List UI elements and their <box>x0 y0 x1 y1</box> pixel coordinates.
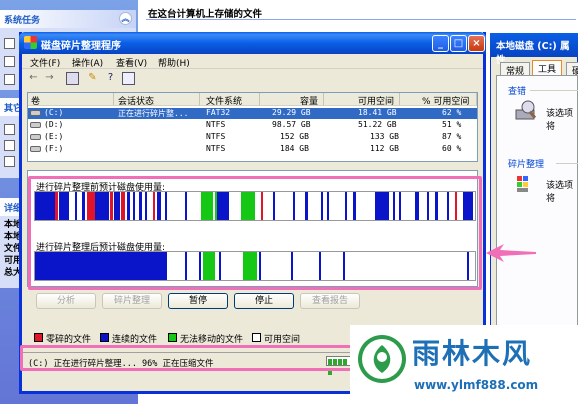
volume-percent: 51 % <box>442 120 462 129</box>
volume-fs: FAT32 <box>206 108 231 117</box>
legend-unmovable: 无法移动的文件 <box>180 335 244 345</box>
place-icon[interactable] <box>4 156 15 167</box>
group-divider <box>556 163 578 164</box>
legend-swatch-unmovable <box>168 333 177 342</box>
heading-divider <box>146 19 576 20</box>
task-icon[interactable] <box>4 56 15 67</box>
volume-status: 正在进行碎片整... <box>118 109 189 118</box>
console-tree-icon[interactable] <box>66 72 79 85</box>
legend-swatch-contiguous <box>100 333 109 342</box>
volume-row-c[interactable]: (C:) 正在进行碎片整... FAT32 29.29 GB 18.41 GB … <box>28 108 477 119</box>
menu-file[interactable]: 文件(F) <box>30 56 60 69</box>
system-tasks-header[interactable]: 系统任务 ︽ <box>0 10 136 28</box>
volume-capacity: 184 GB <box>280 144 309 153</box>
error-check-group-title: 查错 <box>508 87 527 97</box>
place-icon[interactable] <box>4 140 15 151</box>
volume-name: (F:) <box>44 144 64 153</box>
legend-swatch-free <box>252 333 261 342</box>
volume-percent: 60 % <box>442 144 462 153</box>
place-icon[interactable] <box>4 124 15 135</box>
volume-free: 51.22 GB <box>358 120 397 129</box>
legend-contiguous: 连续的文件 <box>112 335 158 345</box>
collapse-chevron-icon[interactable]: ︽ <box>119 12 132 25</box>
task-icon[interactable] <box>4 38 15 49</box>
hard-drive-icon <box>30 110 41 116</box>
pause-button[interactable]: 暂停 <box>168 293 228 309</box>
volume-row-f[interactable]: (F:) NTFS 184 GB 112 GB 60 % <box>28 144 477 155</box>
properties-title[interactable]: 本地磁盘 (C:) 属性 <box>490 33 578 66</box>
system-tasks-title: 系统任务 <box>4 16 41 26</box>
error-check-icon <box>514 100 538 122</box>
view-icon[interactable] <box>122 72 135 85</box>
watermark-logo <box>358 335 406 383</box>
volume-capacity: 152 GB <box>280 132 309 141</box>
properties-icon[interactable]: ✎ <box>86 72 99 85</box>
column-file-system[interactable]: 文件系统 <box>200 93 260 107</box>
volume-percent: 87 % <box>442 132 462 141</box>
volume-fs: NTFS <box>206 144 226 153</box>
defragment-button[interactable]: 碎片整理 <box>102 293 162 309</box>
toolbar: ← → ✎ ? <box>22 70 483 88</box>
forward-arrow-icon[interactable]: → <box>43 72 56 85</box>
volume-capacity: 98.57 GB <box>272 120 311 129</box>
tab-general[interactable]: 常规 <box>500 62 531 77</box>
volume-percent: 62 % <box>442 108 462 117</box>
defrag-text: 该选项将 <box>546 181 574 204</box>
volume-free: 112 GB <box>370 144 399 153</box>
menu-view[interactable]: 查看(V) <box>116 56 147 69</box>
volume-name: (C:) <box>44 108 64 117</box>
highlight-arrow-icon <box>486 244 536 262</box>
group-divider <box>530 90 578 91</box>
maximize-button[interactable]: □ <box>450 35 467 52</box>
column-percent-free[interactable]: % 可用空间 <box>400 93 477 107</box>
task-icon[interactable] <box>4 74 15 85</box>
legend-fragmented: 零碎的文件 <box>46 335 92 345</box>
legend-swatch-fragmented <box>34 333 43 342</box>
help-icon[interactable]: ? <box>104 72 117 85</box>
defrag-icon <box>514 172 538 194</box>
menu-bar: 文件(F) 操作(A) 查看(V) 帮助(H) <box>22 54 483 69</box>
column-session-status[interactable]: 会话状态 <box>114 93 200 107</box>
menu-action[interactable]: 操作(A) <box>72 56 103 69</box>
stop-button[interactable]: 停止 <box>234 293 294 309</box>
menu-help[interactable]: 帮助(H) <box>158 56 190 69</box>
highlight-box-analysis <box>28 176 482 290</box>
defrag-group-title: 碎片整理 <box>508 160 545 170</box>
volume-capacity: 29.29 GB <box>272 108 311 117</box>
window-title[interactable]: 磁盘碎片整理程序 <box>19 32 486 54</box>
view-report-button[interactable]: 查看报告 <box>300 293 360 309</box>
column-capacity[interactable]: 容量 <box>260 93 324 107</box>
hard-drive-icon <box>30 122 41 128</box>
back-arrow-icon[interactable]: ← <box>27 72 40 85</box>
column-volume[interactable]: 卷 <box>28 93 114 107</box>
watermark-url: www.ylmf888.com <box>414 378 539 392</box>
error-check-text: 该选项将 <box>546 109 574 132</box>
volume-name: (D:) <box>44 120 64 129</box>
minimize-button[interactable]: _ <box>432 35 449 52</box>
explorer-heading: 在这台计算机上存储的文件 <box>148 9 263 20</box>
volume-name: (E:) <box>44 132 64 141</box>
defrag-app-icon <box>24 36 37 49</box>
hard-drive-icon <box>30 134 41 140</box>
volume-fs: NTFS <box>206 120 226 129</box>
hard-drive-icon <box>30 146 41 152</box>
column-free-space[interactable]: 可用空间 <box>324 93 400 107</box>
analyze-button[interactable]: 分析 <box>36 293 96 309</box>
tab-tools[interactable]: 工具 <box>532 60 563 76</box>
volume-fs: NTFS <box>206 132 226 141</box>
highlight-box-status <box>20 345 358 371</box>
volume-row-e[interactable]: (E:) NTFS 152 GB 133 GB 87 % <box>28 132 477 143</box>
volume-row-d[interactable]: (D:) NTFS 98.57 GB 51.22 GB 51 % <box>28 120 477 131</box>
volume-free: 133 GB <box>370 132 399 141</box>
close-button[interactable]: × <box>468 35 485 52</box>
volume-free: 18.41 GB <box>358 108 397 117</box>
watermark-name: 雨林木风 <box>412 337 533 370</box>
tab-hardware[interactable]: 硬 <box>566 62 578 77</box>
legend-free: 可用空间 <box>264 335 301 345</box>
